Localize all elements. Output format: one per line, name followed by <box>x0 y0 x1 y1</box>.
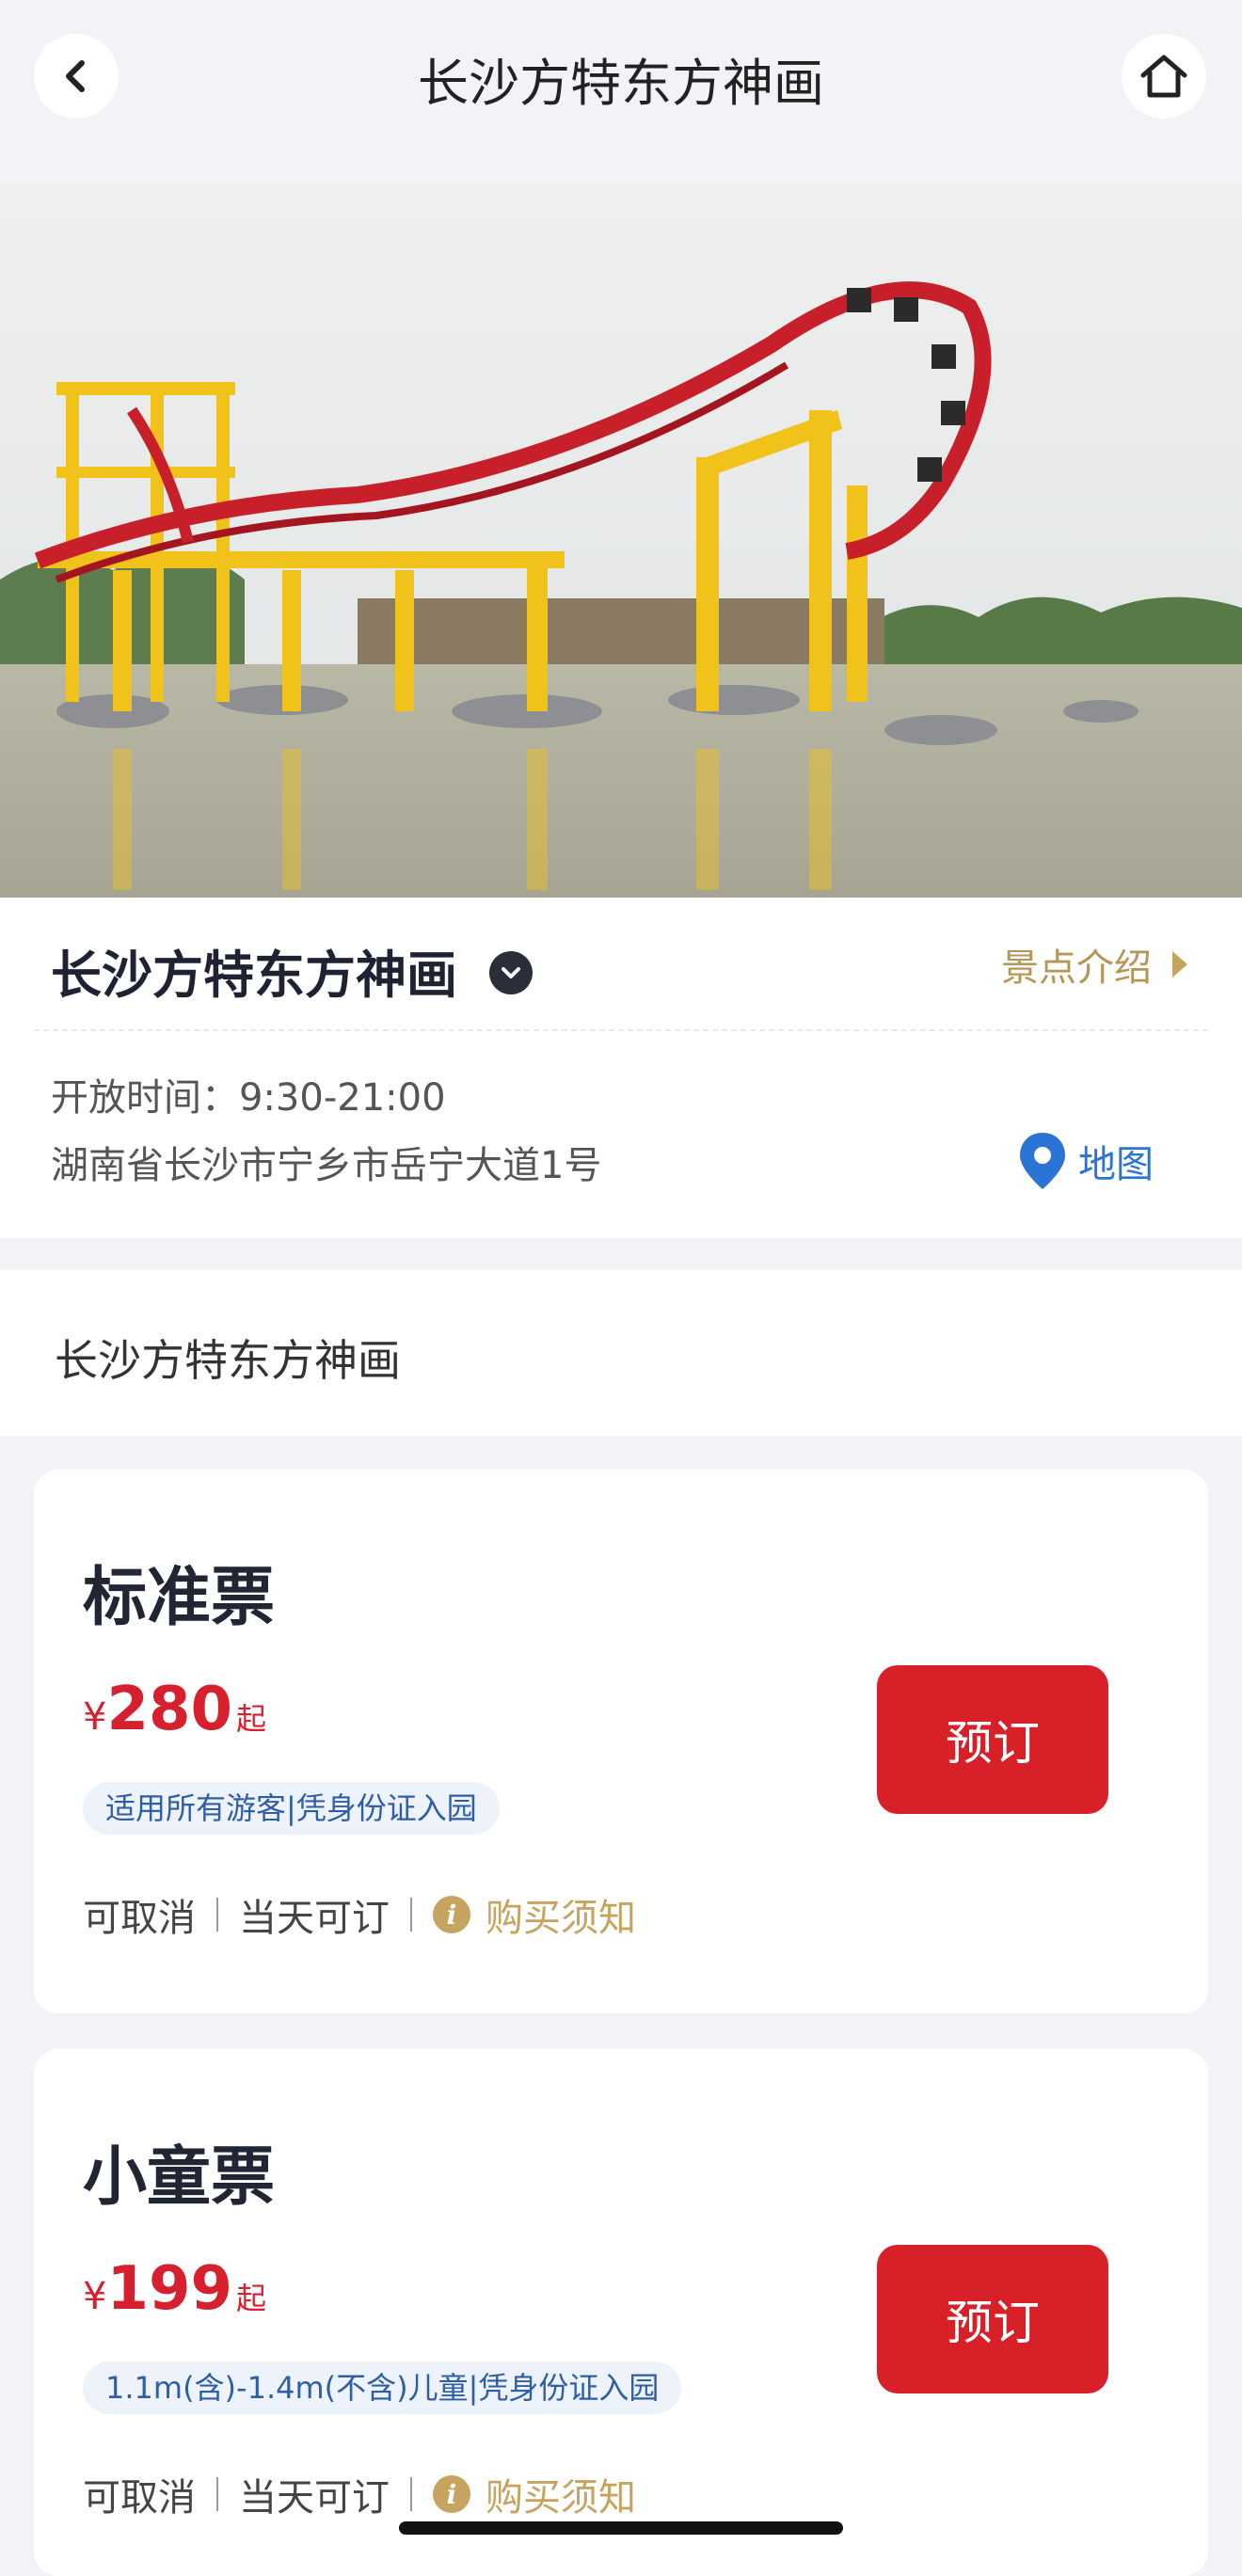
address: 湖南省长沙市宁乡市岳宁大道1号 <box>51 1144 602 1187</box>
poi-title: 长沙方特东方神画 <box>51 946 457 1005</box>
hero-image[interactable] <box>0 184 1242 898</box>
ticket-meta: 可取消 当天可订 i 购买须知 <box>83 1887 636 1942</box>
price-suffix: 起 <box>236 2281 267 2316</box>
ticket-name: 小童票 <box>83 2140 276 2215</box>
ticket-price: ¥ 280 起 <box>83 1675 266 1744</box>
divider <box>34 1029 1208 1031</box>
ticket-card: 标准票 ¥ 280 起 适用所有游客|凭身份证入园 预订 可取消 当天可订 i … <box>34 1470 1208 2013</box>
price-suffix: 起 <box>236 1701 267 1737</box>
cancel-policy: 可取消 <box>83 2476 196 2520</box>
title-expand-button[interactable] <box>489 951 533 994</box>
map-link[interactable]: 地图 <box>1016 1131 1154 1191</box>
ticket-meta: 可取消 当天可订 i 购买须知 <box>83 2467 636 2521</box>
same-day-booking: 当天可订 <box>239 2476 390 2520</box>
open-time: 开放时间：9:30-21:00 <box>51 1076 446 1120</box>
intro-link-label: 景点介绍 <box>1001 946 1152 990</box>
cancel-policy: 可取消 <box>83 1897 196 1940</box>
purchase-notice-link[interactable]: i 购买须知 <box>433 1887 636 1942</box>
attraction-intro-link[interactable]: 景点介绍 <box>1001 937 1187 992</box>
separator <box>216 2477 218 2511</box>
ticket-tag: 1.1m(含)-1.4m(不含)儿童|凭身份证入园 <box>83 2361 682 2414</box>
ticket-tag: 适用所有游客|凭身份证入园 <box>83 1782 500 1835</box>
currency-symbol: ¥ <box>83 1695 107 1739</box>
section-name: 长沙方特东方神画 <box>55 1335 401 1386</box>
book-button[interactable]: 预订 <box>877 2245 1108 2393</box>
ticket-price: ¥ 199 起 <box>83 2254 266 2324</box>
chevron-down-icon <box>502 967 520 978</box>
separator <box>410 2477 412 2511</box>
purchase-notice-link[interactable]: i 购买须知 <box>433 2467 636 2521</box>
currency-symbol: ¥ <box>83 2275 107 2318</box>
price-value: 280 <box>106 1675 233 1744</box>
book-button[interactable]: 预订 <box>877 1665 1108 1814</box>
home-indicator[interactable] <box>399 2521 843 2535</box>
home-icon <box>1140 55 1187 98</box>
info-icon: i <box>433 1896 470 1933</box>
info-icon: i <box>433 2475 470 2513</box>
purchase-notice-label: 购买须知 <box>486 1897 636 1940</box>
product-section-header: 长沙方特东方神画 <box>0 1270 1242 1436</box>
map-link-label: 地图 <box>1078 1143 1154 1186</box>
purchase-notice-label: 购买须知 <box>486 2476 636 2520</box>
home-button[interactable] <box>1122 34 1206 119</box>
separator <box>410 1898 412 1932</box>
map-pin-icon <box>1020 1133 1065 1189</box>
price-value: 199 <box>106 2254 233 2324</box>
triangle-right-icon <box>1172 951 1187 978</box>
poi-info-card: 长沙方特东方神画 景点介绍 开放时间：9:30-21:00 湖南省长沙市宁乡市岳… <box>0 898 1242 1238</box>
top-nav-bar: 长沙方特东方神画 <box>0 0 1242 184</box>
ticket-name: 标准票 <box>83 1561 276 1635</box>
separator <box>216 1898 218 1932</box>
ticket-card: 小童票 ¥ 199 起 1.1m(含)-1.4m(不含)儿童|凭身份证入园 预订… <box>34 2049 1208 2576</box>
roller-coaster-photo <box>0 184 1242 898</box>
same-day-booking: 当天可订 <box>239 1897 390 1940</box>
page-title: 长沙方特东方神画 <box>418 54 824 113</box>
